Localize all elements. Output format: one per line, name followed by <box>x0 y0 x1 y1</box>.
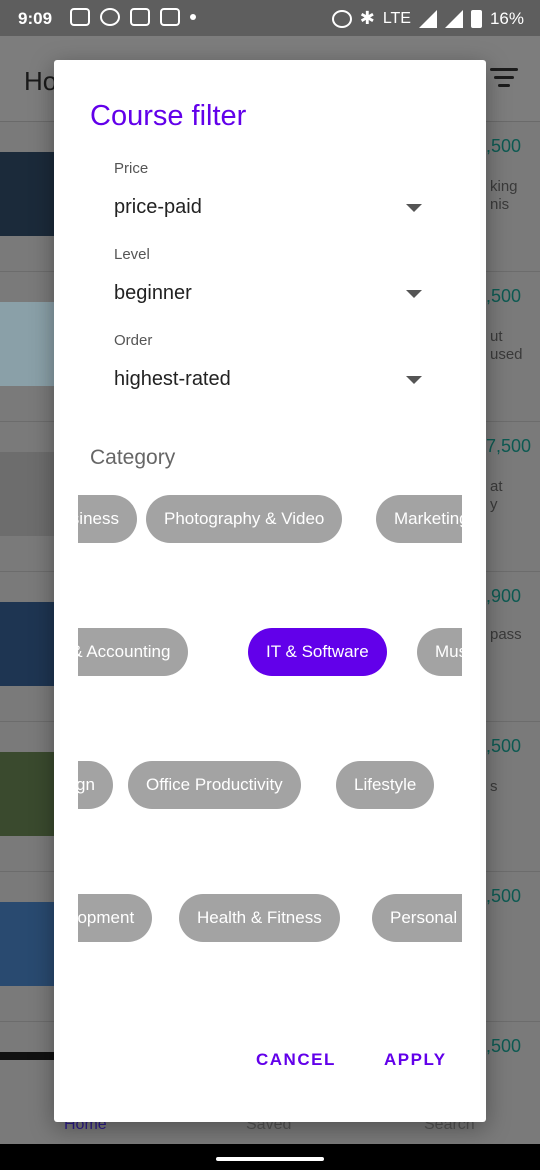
chip-personal-development[interactable]: Personal Development <box>372 894 462 942</box>
course-thumbnail <box>0 902 54 986</box>
level-label: Level <box>114 246 150 263</box>
course-price: ,900 <box>486 586 522 606</box>
divider <box>0 1052 54 1060</box>
notification-icons <box>70 8 196 26</box>
course-snippet: s <box>490 778 498 795</box>
order-value: highest-rated <box>114 368 231 390</box>
cancel-button[interactable]: CANCEL <box>256 1050 336 1070</box>
course-snippet: pass <box>490 626 522 643</box>
course-snippet: ut <box>490 328 503 345</box>
course-thumbnail <box>0 152 54 236</box>
course-snippet: at <box>490 478 503 495</box>
status-bar: 9:09 ✱ LTE 16% <box>0 0 540 36</box>
order-dropdown[interactable]: Order highest-rated <box>114 332 426 390</box>
message-icon <box>70 8 90 26</box>
alarm-icon <box>331 9 352 28</box>
course-thumbnail <box>0 452 54 536</box>
course-thumbnail <box>0 302 54 386</box>
chip-business[interactable]: Business <box>78 495 137 543</box>
category-chip-row: Finance & Accounting IT & Software Music <box>78 626 462 678</box>
whatsapp-icon <box>100 8 120 26</box>
chip-lifestyle[interactable]: Lifestyle <box>336 761 435 809</box>
chip-marketing[interactable]: Marketing <box>376 495 462 543</box>
price-value: price-paid <box>114 196 202 218</box>
dot-icon <box>190 14 196 20</box>
status-time: 9:09 <box>18 9 53 28</box>
course-price: ,500 <box>486 136 522 156</box>
course-price: ,500 <box>486 286 522 306</box>
chip-photography-video[interactable]: Photography & Video <box>146 495 343 543</box>
gmail-icon <box>130 8 150 26</box>
dialog-title: Course filter <box>90 100 247 132</box>
battery-icon <box>470 9 482 28</box>
signal-icon <box>418 9 437 28</box>
chip-development[interactable]: Development <box>78 894 153 942</box>
bluetooth-icon: ✱ <box>359 8 375 28</box>
chip-design[interactable]: Design <box>78 761 113 809</box>
course-price: ,500 <box>486 736 522 756</box>
vibrate-icon <box>160 8 180 26</box>
signal-icon-2 <box>444 9 463 28</box>
course-filter-dialog: Course filter Price price-paid Level beg… <box>54 60 486 1122</box>
dropdown-arrow-icon <box>406 376 422 384</box>
category-chip-row: Development Health & Fitness Personal De… <box>78 892 462 944</box>
battery-percent: 16% <box>489 8 524 28</box>
price-dropdown[interactable]: Price price-paid <box>114 160 426 218</box>
order-label: Order <box>114 332 153 349</box>
dropdown-arrow-icon <box>406 204 422 212</box>
course-snippet: used <box>490 346 523 363</box>
level-dropdown[interactable]: Level beginner <box>114 246 426 304</box>
course-snippet: y <box>490 496 498 513</box>
network-type: LTE <box>382 9 411 27</box>
level-value: beginner <box>114 282 192 304</box>
category-chip-row: Design Office Productivity Lifestyle <box>78 759 462 811</box>
price-label: Price <box>114 160 149 177</box>
system-icons: ✱ LTE 16% <box>331 8 524 29</box>
chip-music[interactable]: Music <box>417 628 462 676</box>
chip-finance-accounting[interactable]: Finance & Accounting <box>78 628 189 676</box>
category-chip-row: Business Photography & Video Marketing <box>78 493 462 545</box>
app-title: Ho <box>24 66 58 96</box>
chip-health-fitness[interactable]: Health & Fitness <box>179 894 340 942</box>
chip-office-productivity[interactable]: Office Productivity <box>128 761 301 809</box>
category-label: Category <box>90 446 176 469</box>
course-snippet: king <box>490 178 518 195</box>
home-indicator[interactable] <box>216 1157 324 1161</box>
gesture-bar <box>0 1144 540 1170</box>
course-snippet: nis <box>490 196 510 213</box>
course-thumbnail <box>0 752 54 836</box>
course-price: 7,500 <box>486 436 532 456</box>
apply-button[interactable]: APPLY <box>384 1050 447 1070</box>
filter-icon[interactable] <box>490 68 518 88</box>
course-price: ,500 <box>486 886 522 906</box>
dropdown-arrow-icon <box>406 290 422 298</box>
course-thumbnail <box>0 602 54 686</box>
course-price: ,500 <box>486 1036 522 1056</box>
chip-it-software[interactable]: IT & Software <box>248 628 387 676</box>
